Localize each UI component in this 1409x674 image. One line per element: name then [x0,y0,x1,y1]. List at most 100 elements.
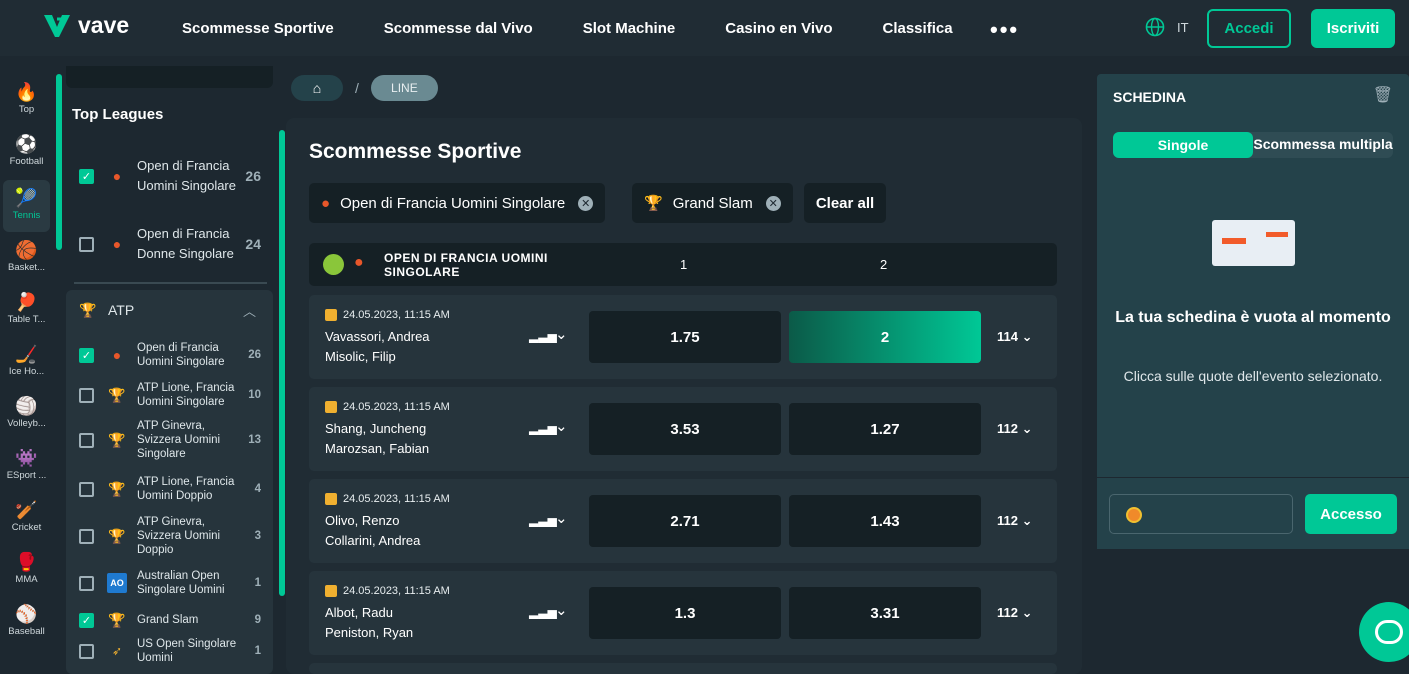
statistics-icon[interactable]: ▂▃▅ [529,513,557,527]
team-2: Peniston, Ryan [325,625,414,640]
statistics-icon[interactable]: ▂▃▅ [529,421,557,435]
league-item[interactable]: ✓ ● Open di Francia Uomini Singolare 26 [66,340,273,370]
checkbox[interactable] [79,236,94,252]
sport-ice-hockey[interactable]: 🏒 Ice Ho... [3,336,50,388]
league-item[interactable]: 🏆 ATP Lione, Francia Uomini Doppio 4 [66,474,273,504]
trash-icon[interactable]: 🗑 [1373,85,1393,105]
team-1: Vavassori, Andrea [325,329,430,344]
chevron-down-icon[interactable]: ⌄ [555,509,568,527]
content-scrollbar[interactable] [279,130,285,596]
checkbox[interactable] [79,481,94,497]
volleyball-icon: 🏐 [15,396,38,416]
home-icon[interactable]: ⌂ [291,75,343,101]
chevron-up-icon[interactable]: ︿ [243,301,273,320]
statistics-icon[interactable]: ▂▃▅ [529,329,557,343]
league-item[interactable]: ➶ US Open Singolare Uomini 1 [66,636,273,666]
checkbox[interactable] [79,643,94,659]
odd-button[interactable]: 3.31 [789,587,981,639]
bet-type-tabs: Singole Scommessa multipla [1113,132,1393,158]
league-item[interactable]: ✓ 🏆 Grand Slam 9 [66,608,273,632]
nav-slots[interactable]: Slot Machine [583,20,676,37]
sport-volleyball[interactable]: 🏐 Volleyb... [3,388,50,440]
sport-esport[interactable]: 👾 ESport ... [3,440,50,492]
more-markets[interactable]: 114 ⌄ [997,329,1033,345]
bet-slip-header: SCHEDINA 🗑 [1097,74,1409,114]
odd-button[interactable]: 2.71 [589,495,781,547]
sport-football[interactable]: ⚽ Football [3,126,50,178]
atp-group-header[interactable]: 🏆 ATP ︿ [66,298,273,322]
sport-top[interactable]: 🔥 Top [3,74,50,126]
checkbox[interactable] [79,387,94,403]
more-menu-icon[interactable]: ••• [990,17,1019,43]
chevron-down-icon[interactable]: ⌄ [555,601,568,619]
close-icon[interactable]: ✕ [578,195,594,211]
brand-logo[interactable]: vave [42,12,129,39]
tab-single[interactable]: Singole [1113,132,1253,158]
league-item[interactable]: 🏆 ATP Ginevra, Svizzera Uomini Singolare… [66,418,273,462]
match-date: 24.05.2023, 11:15 AM [325,493,450,505]
checkbox[interactable] [79,528,94,544]
odd-button[interactable]: 1.75 [589,311,781,363]
team-1: Shang, Juncheng [325,421,427,436]
league-item[interactable]: 🏆 ATP Ginevra, Svizzera Uomini Doppio 3 [66,514,273,558]
checkbox[interactable] [79,575,94,591]
stake-input[interactable] [1109,494,1293,534]
chevron-down-icon: ⌄ [1021,605,1033,620]
odd-button[interactable]: 1.3 [589,587,781,639]
breadcrumb-current[interactable]: LINE [370,75,438,101]
filter-chip[interactable]: ● Open di Francia Uomini Singolare ✕ [309,183,606,223]
checkbox[interactable]: ✓ [79,612,94,628]
checkbox[interactable]: ✓ [79,347,94,363]
tennis-ball-icon [323,254,344,275]
odd-button[interactable]: 1.27 [789,403,981,455]
league-item[interactable]: 🏆 ATP Lione, Francia Uomini Singolare 10 [66,380,273,410]
sport-baseball[interactable]: ⚾ Baseball [3,596,50,648]
chevron-down-icon: ⌄ [1021,513,1033,528]
atp-group: 🏆 ATP ︿ ✓ ● Open di Francia Uomini Singo… [66,290,273,674]
sport-tennis[interactable]: 🎾 Tennis [3,180,50,232]
breadcrumb: ⌂ / LINE [291,75,438,101]
odd-button[interactable]: 2 [789,311,981,363]
more-markets[interactable]: 112 ⌄ [997,513,1033,529]
sport-mma[interactable]: 🥊 MMA [3,544,50,596]
odd-button[interactable]: 1.43 [789,495,981,547]
league-item[interactable]: ● Open di Francia Donne Singolare 24 [66,224,273,264]
filter-chip[interactable]: 🏆 Grand Slam ✕ [632,183,793,223]
league-item[interactable]: AO Australian Open Singolare Uomini 1 [66,568,273,598]
nav-sports-betting[interactable]: Scommesse Sportive [182,20,334,37]
more-markets[interactable]: 112 ⌄ [997,421,1033,437]
nav-live-betting[interactable]: Scommesse dal Vivo [384,20,533,37]
chevron-down-icon[interactable]: ⌄ [555,417,568,435]
fire-icon: 🔥 [15,82,38,102]
sport-basketball[interactable]: 🏀 Basket... [3,232,50,284]
tab-multiple[interactable]: Scommessa multipla [1253,131,1393,157]
main-nav: Scommesse Sportive Scommesse dal Vivo Sl… [182,0,1003,56]
league-item[interactable]: ✓ ● Open di Francia Uomini Singolare 26 [66,146,273,206]
clear-all-button[interactable]: Clear all [804,183,886,223]
team-1: Albot, Radu [325,605,393,620]
register-button[interactable]: Iscriviti [1311,9,1395,48]
trophy-icon: 🏆 [108,480,126,497]
nav-live-casino[interactable]: Casino en Vivo [725,20,832,37]
chat-icon [1375,620,1403,644]
sport-cricket[interactable]: 🏏 Cricket [3,492,50,544]
checkbox[interactable]: ✓ [79,168,94,184]
chevron-down-icon[interactable]: ⌄ [555,325,568,343]
top-leagues-heading: Top Leagues [72,106,164,123]
statistics-icon[interactable]: ▂▃▅ [529,605,557,619]
sport-table-tennis[interactable]: 🏓 Table T... [3,284,50,336]
checkbox[interactable] [79,432,94,448]
trophy-icon: 🏆 [644,195,663,212]
login-button[interactable]: Accedi [1207,9,1291,48]
close-icon[interactable]: ✕ [765,195,781,211]
scrollbar[interactable] [56,74,62,250]
more-markets[interactable]: 112 ⌄ [997,605,1033,621]
language-selector[interactable]: IT [1145,17,1189,37]
vave-logo-icon [44,14,70,37]
nav-leaderboard[interactable]: Classifica [883,20,953,37]
page-title: Scommesse Sportive [309,140,522,163]
match-row: 24.05.2023, 11:15 AM Vavassori, Andrea M… [309,295,1057,379]
league-search-input[interactable] [66,66,273,88]
odd-button[interactable]: 3.53 [589,403,781,455]
access-button[interactable]: Accesso [1305,494,1397,534]
